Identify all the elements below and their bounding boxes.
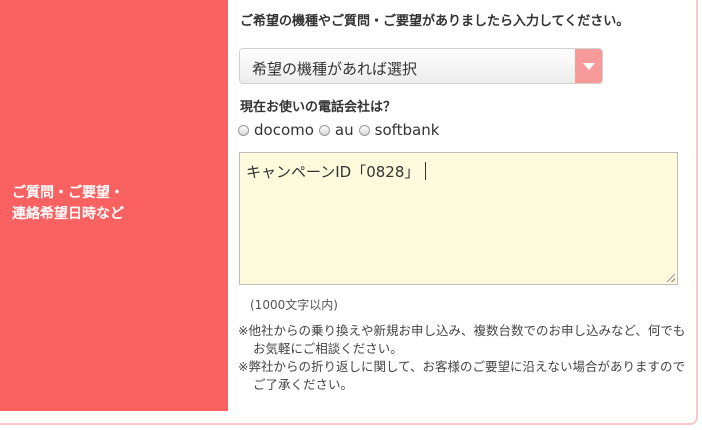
carrier-option-label: softbank bbox=[374, 121, 440, 139]
chevron-down-icon[interactable] bbox=[575, 49, 602, 83]
carrier-option-label: docomo bbox=[254, 121, 314, 139]
message-text: キャンペーンID「0828」 bbox=[246, 163, 420, 181]
model-select[interactable]: 希望の機種があれば選択 bbox=[239, 48, 603, 84]
carrier-radio-au[interactable]: au bbox=[318, 121, 354, 139]
carrier-radio-group: docomo au softbank bbox=[238, 121, 444, 139]
radio-icon[interactable] bbox=[238, 124, 249, 136]
notes: ※他社からの乗り換えや新規お申し込み、複数台数でのお申し込みなど、何でもお気軽に… bbox=[238, 322, 688, 394]
inquiry-form-row: ご質問・ご要望・ 連絡希望日時など ご希望の機種やご質問・ご要望がありましたら入… bbox=[0, 0, 702, 430]
field-content: ご希望の機種やご質問・ご要望がありましたら入力してください。 希望の機種があれば… bbox=[228, 0, 702, 430]
resize-handle-icon[interactable] bbox=[667, 274, 675, 282]
note-item: ※弊社からの折り返しに関して、お客様のご要望に沿えない場合がありますのでご了承く… bbox=[238, 359, 685, 392]
carrier-radio-softbank[interactable]: softbank bbox=[358, 121, 440, 139]
field-label-cell: ご質問・ご要望・ 連絡希望日時など bbox=[0, 0, 228, 411]
carrier-question: 現在お使いの電話会社は？ bbox=[240, 100, 397, 115]
text-caret bbox=[425, 162, 427, 180]
char-limit-note: (1000文字以内) bbox=[250, 298, 338, 312]
model-select-value: 希望の機種があれば選択 bbox=[252, 60, 418, 78]
carrier-option-label: au bbox=[334, 121, 354, 139]
radio-icon[interactable] bbox=[358, 124, 370, 136]
radio-icon[interactable] bbox=[318, 124, 330, 136]
message-textarea[interactable]: キャンペーンID「0828」 bbox=[239, 152, 678, 285]
note-item: ※他社からの乗り換えや新規お申し込み、複数台数でのお申し込みなど、何でもお気軽に… bbox=[238, 323, 686, 356]
carrier-radio-docomo[interactable]: docomo bbox=[238, 121, 314, 139]
field-label: ご質問・ご要望・ 連絡希望日時など bbox=[12, 185, 124, 222]
intro-text: ご希望の機種やご質問・ご要望がありましたら入力してください。 bbox=[240, 14, 630, 29]
